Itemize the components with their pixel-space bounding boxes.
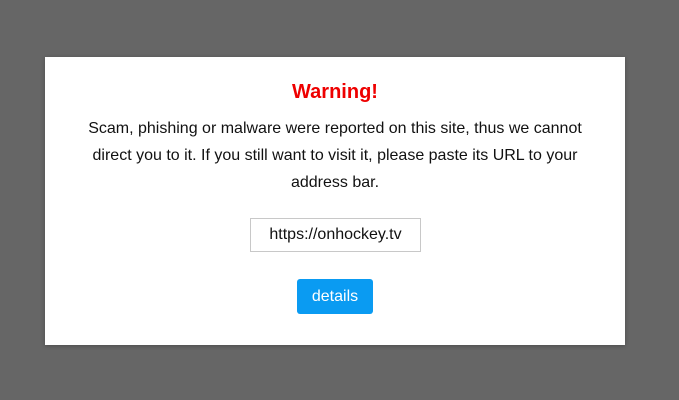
url-field[interactable] xyxy=(250,218,421,252)
warning-title: Warning! xyxy=(292,81,378,103)
page-overlay: Warning! Scam, phishing or malware were … xyxy=(0,0,679,400)
warning-message: Scam, phishing or malware were reported … xyxy=(88,120,582,191)
details-button[interactable]: details xyxy=(297,279,373,314)
warning-dialog: Warning! Scam, phishing or malware were … xyxy=(45,57,625,345)
